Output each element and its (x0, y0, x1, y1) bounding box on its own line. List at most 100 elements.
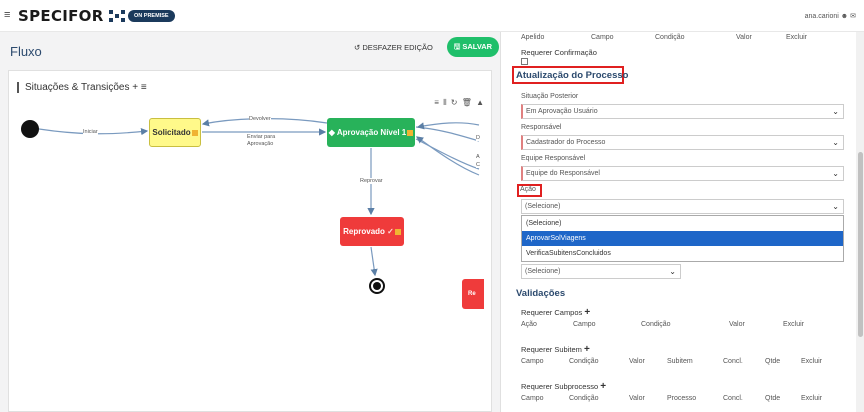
situacao-label: Situação Posterior (521, 93, 579, 100)
col-header: Valor (736, 34, 752, 41)
situacao-select[interactable]: Em Aprovação Usuário ⌄ (521, 104, 844, 119)
edge-end (370, 246, 378, 277)
node-aprovacao-nivel-1[interactable]: ◆ Aprovação Nível 1 (327, 118, 415, 147)
edge-label-iniciar: Iniciar (83, 129, 98, 135)
hidden-select[interactable]: (Selecione) ⌄ (521, 264, 681, 279)
apelido-table-header: Apelido Campo Condição Valor Excluir (521, 34, 841, 44)
requerer-confirmacao-checkbox[interactable] (521, 58, 528, 65)
col-header: Concl. (723, 395, 743, 402)
acao-label: Ação (520, 186, 536, 193)
col-header: Ação (521, 321, 537, 328)
save-icon: 🖫 (453, 42, 461, 51)
col-header: Campo (591, 34, 614, 41)
edge-label-enviar-2: Aprovação (247, 141, 274, 147)
undo-icon: ↺ (354, 43, 361, 52)
col-header: Valor (629, 358, 645, 365)
end-node[interactable] (369, 278, 385, 294)
username: ana.carioni (804, 13, 839, 20)
campos-table-header: Ação Campo Condição Valor Excluir (521, 321, 841, 331)
acao-option[interactable]: (Selecione) (522, 216, 843, 231)
node-reprovado-label: Reprovado (343, 227, 385, 236)
requerer-subitem-label: Requerer Subitem + (521, 344, 590, 355)
equipe-label: Equipe Responsável (521, 155, 586, 162)
col-header: Campo (573, 321, 596, 328)
start-node[interactable] (21, 120, 39, 138)
requerer-subitem-text: Requerer Subitem (521, 345, 582, 354)
col-header: Condição (569, 358, 599, 365)
col-header: Valor (629, 395, 645, 402)
node-solicitado[interactable]: Solicitado (149, 118, 201, 147)
subprocesso-table-header: Campo Condição Valor Processo Concl. Qtd… (521, 395, 841, 405)
requerer-campos-text: Requerer Campos (521, 308, 583, 317)
properties-panel: Apelido Campo Condição Valor Excluir Req… (500, 32, 864, 412)
brand-dots-icon (109, 10, 125, 22)
col-header: Campo (521, 395, 544, 402)
edge-label-reprovar: Reprovar (360, 178, 383, 184)
acao-value: (Selecione) (525, 203, 561, 210)
col-header: Valor (729, 321, 745, 328)
col-header: Processo (667, 395, 697, 402)
diamond-icon: ◆ (328, 128, 335, 137)
user-icon[interactable]: ☻ (841, 13, 848, 20)
acao-select[interactable]: (Selecione) ⌄ (521, 199, 844, 214)
scrollbar-thumb[interactable] (858, 152, 863, 337)
flow-panel: Fluxo ↺ DESFAZER EDIÇÃO 🖫 SALVAR Situaçõ… (0, 32, 500, 412)
add-subitem-icon[interactable]: + (584, 344, 590, 355)
edge-label-d: D (476, 135, 480, 141)
responsavel-value: Cadastrador do Processo (526, 139, 606, 146)
acao-dropdown[interactable]: (Selecione) AprovarSolViagens VerificaSu… (521, 215, 844, 262)
user-menu[interactable]: ana.carioni ☻ ✉ (805, 12, 856, 20)
col-header: Excluir (801, 358, 823, 365)
col-header: Condição (641, 321, 671, 328)
chevron-down-icon: ⌄ (832, 138, 839, 147)
diagram-card: Situações & Transições + ≡ ≡ ⫴ ↻ 🗑 ▲ Ini… (8, 70, 492, 412)
equipe-value: Equipe do Responsável (526, 170, 600, 177)
node-badge-icon (407, 129, 414, 136)
chevron-down-icon: ⌄ (832, 202, 839, 211)
acao-option[interactable]: VerificaSubitensConcluidos (522, 246, 843, 261)
save-button[interactable]: 🖫 SALVAR (447, 37, 499, 57)
node-solicitado-label: Solicitado (152, 128, 191, 137)
responsavel-select[interactable]: Cadastrador do Processo ⌄ (521, 135, 844, 150)
col-header: Excluir (786, 34, 808, 41)
equipe-select[interactable]: Equipe do Responsável ⌄ (521, 166, 844, 181)
hidden-select-value: (Selecione) (525, 268, 561, 275)
col-header: Concl. (723, 358, 743, 365)
edge-label-enviar-1: Enviar para (247, 134, 276, 140)
add-campo-icon[interactable]: + (584, 307, 590, 318)
col-header: Qtde (765, 358, 781, 365)
node-partial[interactable]: Re (462, 279, 484, 309)
save-label: SALVAR (462, 42, 493, 51)
col-header: Condição (655, 34, 685, 41)
edge-right-1 (415, 126, 480, 142)
acao-option-selected[interactable]: AprovarSolViagens (522, 231, 843, 246)
mail-icon[interactable]: ✉ (850, 13, 856, 20)
edge-label-c: C (476, 162, 480, 168)
node-badge-icon (394, 228, 401, 235)
edge-right-4 (416, 122, 480, 130)
add-subprocesso-icon[interactable]: + (600, 381, 606, 392)
situacao-value: Em Aprovação Usuário (526, 108, 598, 115)
col-header: Excluir (801, 395, 823, 402)
col-header: Qtde (765, 395, 781, 402)
col-header: Campo (521, 358, 544, 365)
edge-label-a: A (476, 154, 480, 160)
col-header: Subitem (667, 358, 693, 365)
node-reprovado[interactable]: Reprovado ✓ (340, 217, 404, 246)
top-bar: ≡ SPECIFOR ON PREMISE ana.carioni ☻ ✉ (0, 0, 864, 32)
undo-edit-button[interactable]: ↺ DESFAZER EDIÇÃO (354, 43, 433, 52)
check-icon: ✓ (387, 227, 394, 236)
undo-label: DESFAZER EDIÇÃO (362, 43, 433, 52)
col-header: Condição (569, 395, 599, 402)
chevron-down-icon: ⌄ (832, 169, 839, 178)
chevron-down-icon: ⌄ (669, 267, 676, 276)
on-premise-badge: ON PREMISE (128, 10, 175, 22)
chevron-down-icon: ⌄ (832, 107, 839, 116)
menu-icon[interactable]: ≡ (4, 9, 10, 21)
brand-logo[interactable]: SPECIFOR (18, 7, 104, 25)
section-atualizacao: Atualização do Processo (516, 70, 629, 81)
requerer-subprocesso-label: Requerer Subprocesso + (521, 381, 606, 392)
section-validacoes: Validações (516, 288, 566, 299)
requerer-confirmacao-label: Requerer Confirmação (521, 48, 597, 57)
node-aprovacao-label: Aprovação Nível 1 (336, 128, 407, 137)
